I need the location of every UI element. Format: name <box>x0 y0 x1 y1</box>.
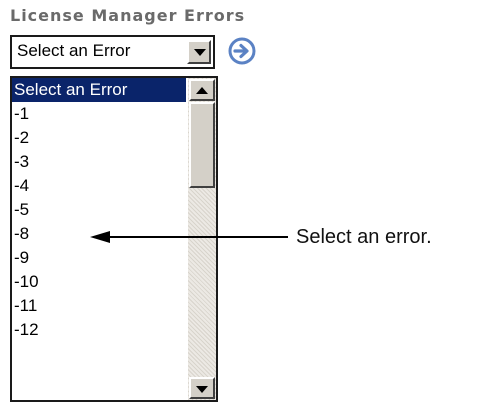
list-item[interactable]: -5 <box>12 198 186 222</box>
error-list: Select an Error -1 -2 -3 -4 -5 -8 -9 -10 -11 -12 <box>12 78 186 342</box>
listbox-scrollbar[interactable] <box>188 78 216 400</box>
error-select[interactable]: Select an Error <box>10 35 215 69</box>
error-select-value: Select an Error <box>17 41 131 60</box>
dropdown-button[interactable] <box>187 40 211 64</box>
list-item-selected[interactable]: Select an Error <box>12 78 186 102</box>
scroll-down-button[interactable] <box>189 377 215 399</box>
list-item[interactable]: -10 <box>12 270 186 294</box>
arrow-left-icon <box>90 231 110 243</box>
callout-text: Select an error. <box>296 226 432 248</box>
scroll-up-button[interactable] <box>189 79 215 101</box>
list-item[interactable]: -4 <box>12 174 186 198</box>
callout-arrow-line <box>108 236 288 238</box>
chevron-up-icon <box>196 87 208 94</box>
chevron-down-icon <box>196 386 208 393</box>
list-item[interactable]: -3 <box>12 150 186 174</box>
list-item[interactable]: -11 <box>12 294 186 318</box>
list-item[interactable]: -2 <box>12 126 186 150</box>
chevron-down-icon <box>194 49 206 56</box>
page-title: License Manager Errors <box>10 6 246 25</box>
scroll-thumb[interactable] <box>189 102 215 188</box>
list-item[interactable]: -9 <box>12 246 186 270</box>
list-item[interactable]: -1 <box>12 102 186 126</box>
error-listbox[interactable]: Select an Error -1 -2 -3 -4 -5 -8 -9 -10 -11 -12 <box>10 76 218 402</box>
go-button[interactable] <box>227 36 257 66</box>
list-item[interactable]: -12 <box>12 318 186 342</box>
